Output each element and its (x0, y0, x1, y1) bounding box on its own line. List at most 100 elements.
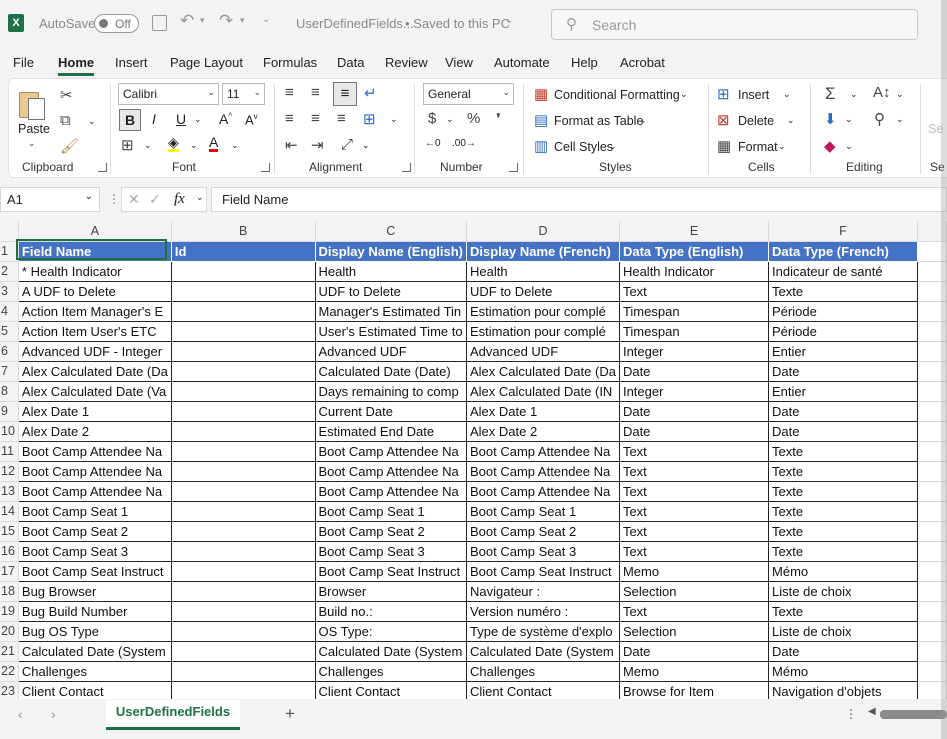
table-cell[interactable]: Challenges (18, 661, 172, 682)
table-cell[interactable]: User's Estimated Time to (315, 321, 467, 342)
table-cell[interactable] (171, 381, 316, 402)
table-header-cell[interactable]: Field Name (17, 241, 172, 262)
table-cell[interactable]: Build no.: (315, 601, 467, 622)
table-cell[interactable]: Selection (619, 581, 770, 602)
paste-dropdown-icon[interactable]: ⌄ (28, 138, 36, 149)
clear-icon[interactable]: ◆ (824, 137, 836, 155)
conditional-formatting-icon[interactable]: ▦ (534, 85, 548, 103)
table-cell[interactable]: Alex Date 1 (466, 401, 620, 422)
table-cell[interactable]: Alex Date 2 (18, 421, 172, 442)
font-size-select[interactable]: 11 ⌄ (222, 83, 265, 105)
table-cell[interactable]: Texte (768, 601, 918, 622)
row-header[interactable]: 2 (0, 261, 19, 282)
menu-view[interactable]: View (445, 55, 473, 70)
table-cell[interactable]: Type de système d'explo (466, 621, 620, 642)
table-cell[interactable]: UDF to Delete (315, 281, 467, 302)
fill-icon[interactable]: ⬇ (824, 110, 837, 128)
align-top-icon[interactable]: ≡ (285, 84, 294, 101)
table-cell[interactable]: Boot Camp Seat 2 (466, 521, 620, 542)
align-middle-icon[interactable]: ≡ (311, 84, 320, 101)
cell-styles-button[interactable]: Cell Styles (554, 140, 613, 154)
row-header[interactable]: 4 (0, 301, 19, 322)
increase-indent-icon[interactable]: ⇥ (311, 136, 324, 154)
number-format-select[interactable]: General ⌄ (423, 83, 514, 105)
table-cell[interactable]: Estimated End Date (315, 421, 467, 442)
column-header[interactable]: D (466, 221, 620, 242)
table-cell[interactable]: Boot Camp Attendee Na (315, 481, 467, 502)
table-cell[interactable]: Texte (768, 481, 918, 502)
table-cell[interactable]: Alex Calculated Date (Da (18, 361, 172, 382)
table-cell[interactable]: Boot Camp Seat 1 (18, 501, 172, 522)
table-cell[interactable]: Entier (768, 341, 918, 362)
find-select-icon[interactable]: ⚲ (874, 110, 885, 128)
more-icon[interactable]: ⋮ (108, 192, 120, 206)
table-cell[interactable] (171, 281, 316, 302)
table-cell[interactable]: Date (619, 641, 770, 662)
table-cell[interactable]: Texte (768, 281, 918, 302)
table-cell[interactable]: Boot Camp Seat 3 (18, 541, 172, 562)
row-header[interactable]: 19 (0, 601, 19, 622)
paste-label[interactable]: Paste (18, 122, 50, 136)
delete-cells-icon[interactable]: ⊠ (717, 111, 730, 129)
column-header[interactable]: F (768, 221, 918, 242)
insert-cells-button[interactable]: Insert (738, 88, 769, 102)
scroll-left-icon[interactable]: ◀ (868, 706, 876, 717)
italic-button[interactable]: I (152, 111, 156, 127)
file-dropdown-icon[interactable]: ⌄ (505, 15, 513, 26)
table-cell[interactable]: Estimation pour complé (466, 301, 620, 322)
table-cell[interactable]: Boot Camp Attendee Na (466, 481, 620, 502)
table-cell[interactable]: Health (315, 261, 467, 282)
table-cell[interactable]: Timespan (619, 301, 770, 322)
table-cell[interactable]: OS Type: (315, 621, 467, 642)
table-header-cell[interactable]: Data Type (English) (618, 241, 770, 262)
table-cell[interactable]: Texte (768, 521, 918, 542)
table-cell[interactable] (171, 641, 316, 662)
table-cell[interactable]: Alex Calculated Date (Va (18, 381, 172, 402)
table-cell[interactable]: Text (619, 541, 770, 562)
table-cell[interactable]: Text (619, 461, 770, 482)
table-cell[interactable]: Manager's Estimated Tin (315, 301, 467, 322)
table-cell[interactable]: Browser (315, 581, 467, 602)
table-cell[interactable]: Advanced UDF - Integer (18, 341, 172, 362)
format-painter-icon[interactable]: 🖌 (60, 137, 79, 155)
comma-style-icon[interactable]: ❜ (496, 110, 501, 128)
menu-insert[interactable]: Insert (115, 55, 148, 70)
font-name-select[interactable]: Calibri ⌄ (118, 83, 219, 105)
menu-review[interactable]: Review (385, 55, 428, 70)
next-sheet-icon[interactable]: › (51, 706, 56, 722)
table-cell[interactable] (171, 341, 316, 362)
table-cell[interactable] (171, 481, 316, 502)
menu-help[interactable]: Help (571, 55, 598, 70)
table-cell[interactable] (171, 681, 316, 699)
autosum-icon[interactable]: Σ (825, 84, 836, 104)
table-cell[interactable]: Date (768, 641, 918, 662)
undo-dropdown-icon[interactable]: ▾ (200, 15, 205, 26)
more-options-icon[interactable]: ⋮ (845, 707, 857, 721)
table-cell[interactable]: Date (768, 401, 918, 422)
table-cell[interactable] (171, 601, 316, 622)
table-cell[interactable]: Boot Camp Seat Instruct (466, 561, 620, 582)
find-dropdown-icon[interactable]: ⌄ (896, 114, 904, 125)
row-header[interactable]: 3 (0, 281, 19, 302)
table-cell[interactable]: Date (619, 421, 770, 442)
table-cell[interactable]: Text (619, 481, 770, 502)
table-cell[interactable]: Mémo (768, 661, 918, 682)
spreadsheet-grid[interactable]: A B C D E F 1 Field Name Id Display Name (English… (0, 221, 947, 699)
table-cell[interactable]: Boot Camp Seat 1 (315, 501, 467, 522)
table-cell[interactable]: Bug Build Number (18, 601, 172, 622)
sheet-tab-userdefinedfields[interactable]: UserDefinedFields (106, 700, 240, 730)
delete-cells-button[interactable]: Delete (738, 114, 774, 128)
table-cell[interactable] (171, 621, 316, 642)
decrease-decimal-icon[interactable]: .00→ (452, 138, 476, 149)
row-header[interactable]: 10 (0, 421, 19, 442)
table-cell[interactable]: Text (619, 441, 770, 462)
sort-dropdown-icon[interactable]: ⌄ (896, 89, 904, 100)
table-cell[interactable]: Calculated Date (System (18, 641, 172, 662)
horizontal-scrollbar[interactable] (880, 710, 947, 719)
table-cell[interactable]: Memo (619, 561, 770, 582)
row-header[interactable]: 6 (0, 341, 19, 362)
redo-icon[interactable]: ↷ (219, 11, 233, 31)
table-cell[interactable]: Health (466, 261, 620, 282)
table-header-cell[interactable]: Data Type (French) (768, 241, 918, 262)
table-cell[interactable]: Challenges (315, 661, 467, 682)
